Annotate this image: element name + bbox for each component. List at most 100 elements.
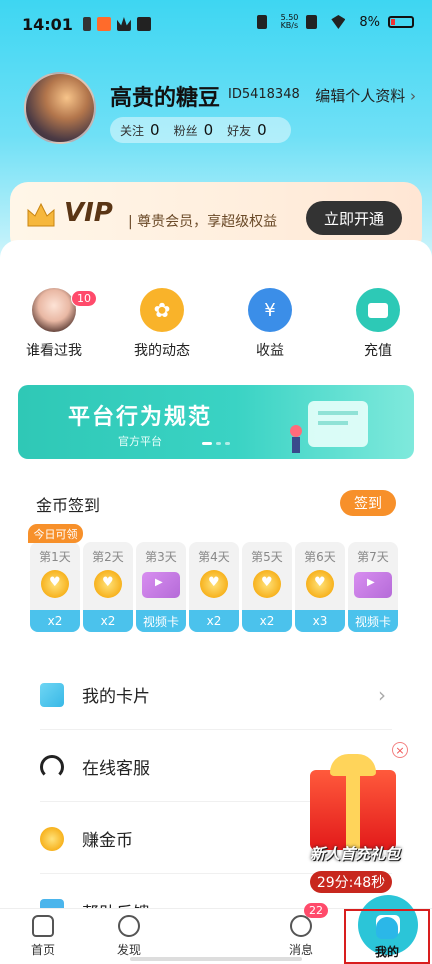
coin-icon	[200, 570, 228, 598]
nav-home[interactable]: 首页	[0, 909, 86, 964]
sim-status-icon	[306, 15, 318, 29]
compass-icon	[118, 915, 140, 937]
checkin-title: 金币签到	[36, 496, 101, 515]
pagination-dot	[225, 442, 230, 445]
edit-profile-label: 编辑个人资料	[315, 87, 406, 105]
vip-title: VIP	[64, 198, 113, 228]
checkin-day-3[interactable]: 第3天 视频卡	[136, 542, 186, 632]
quick-earnings[interactable]: ¥ 收益	[225, 288, 315, 360]
card-icon	[40, 682, 64, 707]
close-icon[interactable]: ×	[392, 742, 408, 758]
nav-mine[interactable]: 我的	[344, 909, 430, 964]
checkin-day-1[interactable]: 第1天 x2	[30, 542, 80, 632]
nav-messages[interactable]: 22 消息	[258, 903, 344, 964]
earnings-icon: ¥	[248, 288, 292, 332]
wifi-icon	[331, 15, 346, 29]
coin-icon	[41, 570, 69, 598]
menu-my-cards[interactable]: 我的卡片 ›	[40, 660, 392, 730]
sim-icon	[82, 17, 91, 31]
app-notification-icon	[96, 17, 111, 31]
quick-visitors[interactable]: 10 谁看过我	[9, 288, 99, 360]
banner-title: 平台行为规范	[68, 405, 213, 430]
nav-label: 我的	[374, 945, 399, 959]
edit-profile-link[interactable]: 编辑个人资料 ›	[315, 85, 416, 106]
stat-following[interactable]: 关注 0	[120, 121, 160, 139]
chevron-right-icon: ›	[378, 682, 386, 707]
status-bar: 14:01 5.50 KB/s 8%	[0, 0, 432, 48]
coin-icon	[253, 570, 281, 598]
vip-description: | 尊贵会员，享超级权益	[128, 214, 278, 230]
coin-icon	[40, 826, 64, 851]
gift-ribbon	[346, 770, 360, 850]
promo-banner[interactable]: 平台行为规范 官方平台	[18, 385, 414, 459]
network-speed: 5.50 KB/s	[280, 13, 299, 30]
checkin-days: 第1天 x2 第2天 x2 第3天 视频卡 第4天 x2 第5天 x2 第6天 …	[30, 542, 398, 632]
checkin-day-5[interactable]: 第5天 x2	[242, 542, 292, 632]
day-reward: x3	[295, 610, 345, 632]
avatar[interactable]	[24, 72, 96, 144]
video-card-icon	[142, 572, 180, 598]
quick-label: 充值	[364, 343, 392, 359]
quick-recharge[interactable]: 充值	[333, 288, 423, 360]
stat-label: 好友	[227, 123, 252, 138]
messages-badge: 22	[304, 903, 328, 918]
day-reward: 视频卡	[136, 610, 186, 632]
day-reward: x2	[242, 610, 292, 632]
first-recharge-gift[interactable]: × 新人首充礼包 29分:48秒	[300, 740, 410, 900]
day-label: 第3天	[145, 550, 177, 564]
battery-percent: 8%	[359, 14, 380, 30]
stat-value: 0	[203, 121, 214, 139]
crown-notification-icon	[116, 17, 131, 31]
user-icon	[376, 917, 398, 939]
checkin-day-4[interactable]: 第4天 x2	[189, 542, 239, 632]
stat-fans[interactable]: 粉丝 0	[174, 121, 214, 139]
coin-icon	[94, 570, 122, 598]
nav-video[interactable]	[172, 895, 418, 964]
checkin-button[interactable]: 签到	[340, 490, 396, 516]
video-notification-icon	[136, 17, 151, 31]
home-icon	[32, 915, 54, 937]
nav-label: 首页	[30, 943, 55, 957]
menu-label: 赚金币	[82, 831, 133, 851]
user-id: ID5418348	[228, 87, 300, 102]
day-label: 第4天	[198, 550, 230, 564]
bottom-nav: 首页 发现 22 消息 我的	[0, 895, 432, 964]
checkin-day-2[interactable]: 第2天 x2	[83, 542, 133, 632]
pagination-dot	[202, 442, 212, 445]
checkin-day-7[interactable]: 第7天 视频卡	[348, 542, 398, 632]
visitors-badge: 10	[71, 290, 97, 307]
document-illustration	[290, 401, 368, 453]
checkin-day-6[interactable]: 第6天 x3	[295, 542, 345, 632]
quick-label: 收益	[256, 343, 284, 359]
pagination-dot	[216, 442, 221, 445]
banner-subtitle: 官方平台	[118, 435, 162, 448]
stat-friends[interactable]: 好友 0	[227, 121, 267, 139]
day-label: 第7天	[357, 550, 389, 564]
visitor-avatar-icon	[32, 288, 76, 332]
day-reward: x2	[189, 610, 239, 632]
headset-icon	[40, 754, 64, 779]
day-label: 第2天	[92, 550, 124, 564]
nav-discover[interactable]: 发现	[86, 909, 172, 964]
gift-countdown: 29分:48秒	[310, 871, 392, 893]
chevron-right-icon: ›	[410, 87, 416, 105]
status-time: 14:01	[22, 14, 73, 34]
day-label: 第1天	[39, 550, 71, 564]
day-label: 第6天	[304, 550, 336, 564]
username: 高贵的糖豆	[110, 86, 221, 111]
quick-label: 我的动态	[134, 343, 190, 359]
day-reward: x2	[30, 610, 80, 632]
stat-value: 0	[257, 121, 267, 139]
video-card-icon	[354, 572, 392, 598]
menu-label: 在线客服	[82, 759, 150, 779]
quick-moments[interactable]: ✿ 我的动态	[117, 288, 207, 360]
day-reward: x2	[83, 610, 133, 632]
stat-value: 0	[150, 121, 160, 139]
stat-label: 关注	[120, 123, 145, 138]
home-indicator	[130, 957, 302, 961]
gift-title: 新人首充礼包	[309, 845, 400, 863]
menu-label: 我的卡片	[82, 687, 150, 707]
activate-vip-button[interactable]: 立即开通	[306, 201, 402, 235]
message-icon	[290, 915, 312, 937]
battery-icon	[388, 16, 414, 28]
